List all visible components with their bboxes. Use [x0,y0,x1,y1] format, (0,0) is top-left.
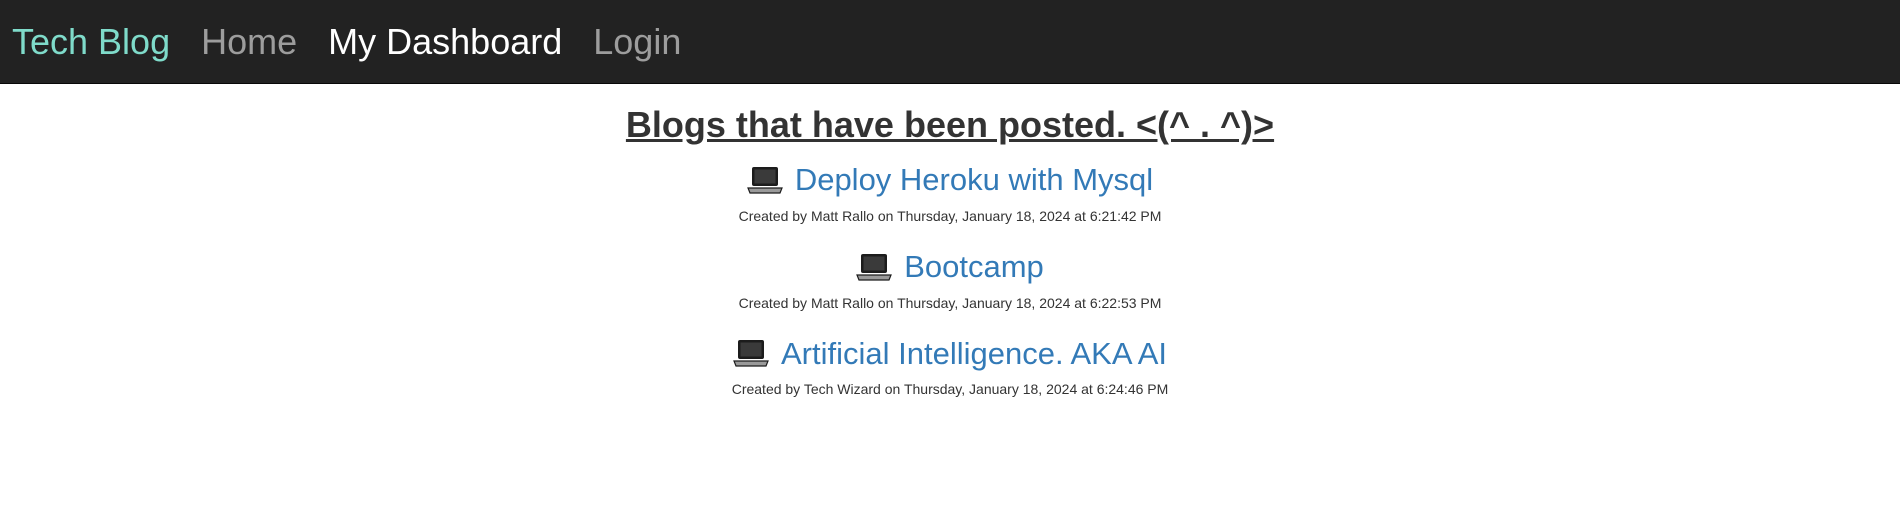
brand-link[interactable]: Tech Blog [12,23,170,60]
post-title-link[interactable]: Bootcamp [856,248,1044,285]
post-title-link[interactable]: Deploy Heroku with Mysql [746,161,1154,198]
nav-link-home[interactable]: Home [201,23,297,60]
post-title: Artificial Intelligence. AKA AI [781,335,1167,371]
post-title: Deploy Heroku with Mysql [794,162,1154,198]
blog-post: Deploy Heroku with Mysql Created by Matt… [0,161,1900,224]
post-meta: Created by Matt Rallo on Thursday, Janua… [738,294,1162,311]
top-navbar: Tech Blog Home My Dashboard Login [0,0,1900,84]
nav-link-login[interactable]: Login [593,23,681,60]
blog-post: Bootcamp Created by Matt Rallo on Thursd… [0,248,1900,311]
post-meta: Created by Matt Rallo on Thursday, Janua… [738,207,1162,224]
post-title: Bootcamp [904,248,1044,284]
main-content: Blogs that have been posted. <(^ . ^)> D… [0,84,1900,397]
laptop-icon [856,253,893,281]
page-title: Blogs that have been posted. <(^ . ^)> [625,104,1275,145]
post-title-link[interactable]: Artificial Intelligence. AKA AI [733,335,1167,372]
laptop-icon [733,340,769,367]
blog-post: Artificial Intelligence. AKA AI Created … [0,335,1900,398]
nav-link-dashboard[interactable]: My Dashboard [328,23,562,60]
post-meta: Created by Tech Wizard on Thursday, Janu… [731,381,1169,398]
laptop-icon [746,166,783,194]
